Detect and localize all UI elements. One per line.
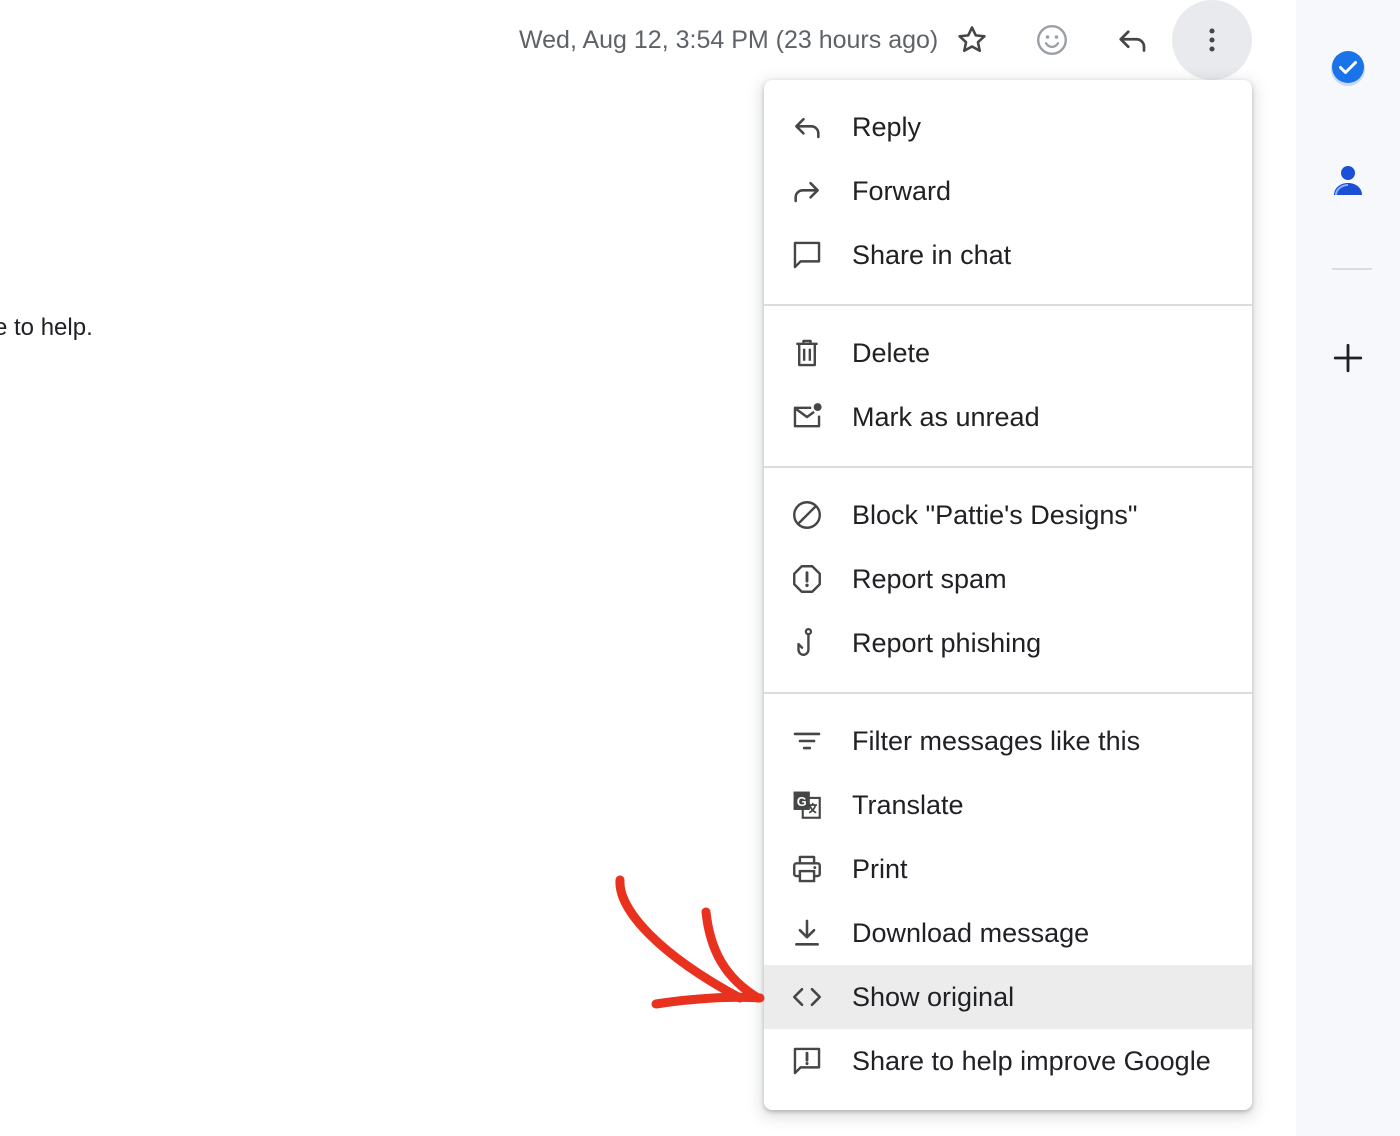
menu-item-label: Filter messages like this — [852, 725, 1141, 756]
menu-item-label: Share in chat — [852, 239, 1012, 270]
add-icon — [1333, 343, 1363, 373]
menu-divider — [764, 466, 1252, 468]
menu-item-filter-messages[interactable]: Filter messages like this — [764, 709, 1252, 773]
menu-item-print[interactable]: Print — [764, 837, 1252, 901]
menu-item-label: Report phishing — [852, 627, 1042, 658]
menu-item-report-spam[interactable]: Report spam — [764, 547, 1252, 611]
menu-item-block-sender[interactable]: Block "Pattie's Designs" — [764, 483, 1252, 547]
reply-icon — [790, 110, 824, 144]
download-icon — [790, 916, 824, 950]
mark-unread-icon — [790, 400, 824, 434]
translate-icon: G — [790, 788, 824, 822]
phishing-hook-icon — [790, 626, 824, 660]
menu-item-share-feedback[interactable]: Share to help improve Google — [764, 1029, 1252, 1093]
menu-item-label: Share to help improve Google — [852, 1045, 1211, 1076]
menu-item-mark-as-unread[interactable]: Mark as unread — [764, 385, 1252, 449]
menu-item-report-phishing[interactable]: Report phishing — [764, 611, 1252, 675]
menu-item-share-in-chat[interactable]: Share in chat — [764, 223, 1252, 287]
side-panel — [1296, 0, 1400, 1136]
more-options-button[interactable] — [1172, 0, 1252, 80]
menu-item-label: Report spam — [852, 563, 1007, 594]
menu-item-label: Mark as unread — [852, 401, 1040, 432]
star-button[interactable] — [932, 0, 1012, 80]
message-options-menu: Reply Forward Share in chat Delete Mark … — [764, 80, 1252, 1110]
menu-item-label: Forward — [852, 175, 952, 206]
menu-divider — [764, 692, 1252, 694]
menu-item-reply[interactable]: Reply — [764, 95, 1252, 159]
add-reaction-button[interactable] — [1012, 0, 1092, 80]
menu-item-download-message[interactable]: Download message — [764, 901, 1252, 965]
code-icon — [790, 980, 824, 1014]
reply-button[interactable] — [1092, 0, 1172, 80]
filter-icon — [790, 724, 824, 758]
menu-item-label: Delete — [852, 337, 931, 368]
spam-icon — [790, 562, 824, 596]
feedback-icon — [790, 1044, 824, 1078]
menu-item-label: Block "Pattie's Designs" — [852, 499, 1138, 530]
trash-icon — [790, 336, 824, 370]
menu-item-translate[interactable]: G Translate — [764, 773, 1252, 837]
menu-item-forward[interactable]: Forward — [764, 159, 1252, 223]
reply-icon — [1119, 30, 1146, 52]
menu-item-label: Show original — [852, 981, 1015, 1012]
tasks-button[interactable] — [1322, 42, 1374, 94]
message-body-text: e to help. — [0, 314, 93, 341]
add-addon-button[interactable] — [1322, 332, 1374, 384]
more-vert-icon — [1209, 28, 1215, 52]
tasks-icon — [1331, 51, 1365, 86]
menu-item-label: Download message — [852, 917, 1090, 948]
svg-text:G: G — [797, 794, 807, 809]
side-divider — [1332, 268, 1372, 270]
menu-item-label: Reply — [852, 111, 922, 142]
contacts-button[interactable] — [1322, 154, 1374, 206]
menu-item-label: Print — [852, 853, 908, 884]
menu-item-show-original[interactable]: Show original — [764, 965, 1252, 1029]
chat-icon — [790, 238, 824, 272]
forward-icon — [790, 174, 824, 208]
menu-item-label: Translate — [852, 789, 964, 820]
message-date: Wed, Aug 12, 3:54 PM (23 hours ago) — [519, 26, 939, 54]
star-icon — [958, 26, 986, 53]
menu-divider — [764, 304, 1252, 306]
emoji-icon — [1037, 25, 1067, 55]
block-icon — [790, 498, 824, 532]
annotation-arrow-icon — [615, 875, 765, 1009]
menu-item-delete[interactable]: Delete — [764, 321, 1252, 385]
contacts-icon — [1334, 166, 1362, 196]
print-icon — [790, 852, 824, 886]
